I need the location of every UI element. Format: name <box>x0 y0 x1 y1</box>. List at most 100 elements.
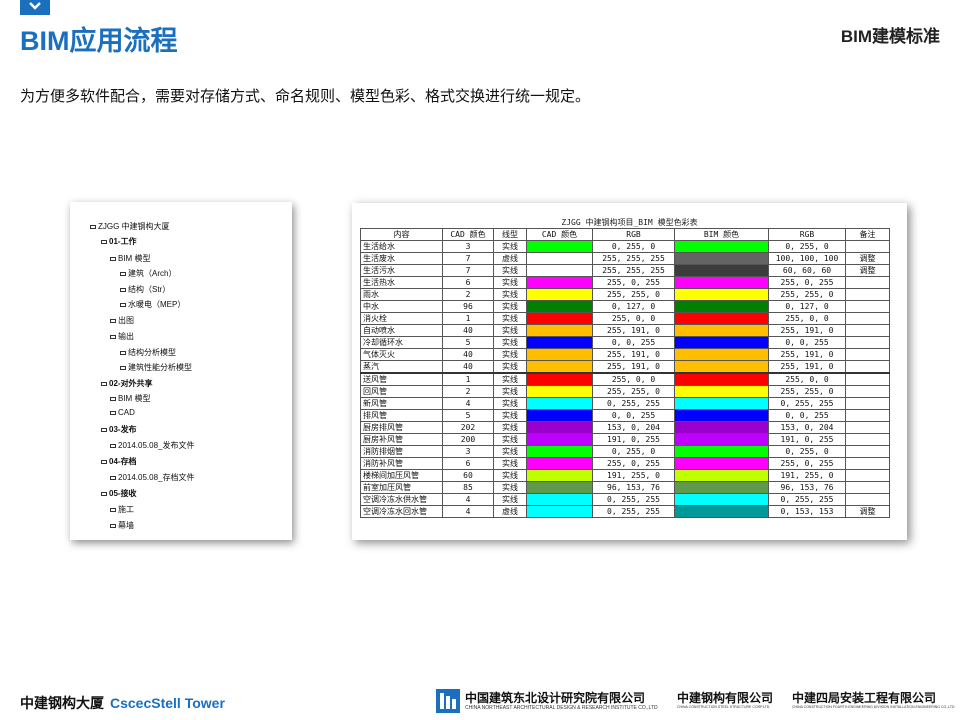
org-name-1-en: CHINA NORTHEAST ARCHITECTURAL DESIGN & R… <box>465 705 658 711</box>
bim-color-swatch <box>674 336 769 349</box>
cell-content: 消防排烟管 <box>360 445 443 458</box>
cell-note <box>845 288 890 301</box>
cell-linetype: 实线 <box>493 481 527 494</box>
cell-cad-rgb: 255, 191, 0 <box>592 324 675 337</box>
cell-bim-rgb: 255, 191, 0 <box>768 348 846 361</box>
folder-icon <box>110 256 116 261</box>
cell-linetype: 实线 <box>493 264 527 277</box>
cell-cad-index: 5 <box>442 336 494 349</box>
folder-icon <box>110 410 116 415</box>
cell-cad-index: 4 <box>442 505 494 518</box>
cell-note <box>845 397 890 410</box>
cell-linetype: 实线 <box>493 324 527 337</box>
cell-linetype: 实线 <box>493 336 527 349</box>
org-name-2-en: CHINA CONSTRUCTION STEEL STRUCTURE CORP.… <box>677 705 771 709</box>
cell-cad-rgb: 255, 255, 0 <box>592 288 675 301</box>
cell-content: 送风管 <box>360 372 443 386</box>
tree-item: 结构（Str） <box>120 284 170 295</box>
bim-color-swatch <box>674 264 769 277</box>
cell-content: 气体灭火 <box>360 348 443 361</box>
folder-icon <box>90 224 96 229</box>
cell-content: 蒸汽 <box>360 360 443 374</box>
table-row: 生活污水 7 实线 255, 255, 255 60, 60, 60 调整 <box>360 264 890 277</box>
cell-cad-index: 6 <box>442 276 494 289</box>
page-title: BIM应用流程 <box>20 26 178 56</box>
table-row: 生活热水 6 实线 255, 0, 255 255, 0, 255 <box>360 276 890 289</box>
cell-note: 调整 <box>845 252 890 265</box>
column-header: 备注 <box>845 228 890 241</box>
tree-item-label: 建筑（Arch） <box>128 269 177 278</box>
cell-bim-rgb: 255, 0, 0 <box>768 312 846 325</box>
cell-cad-index: 85 <box>442 481 494 494</box>
cad-color-swatch <box>526 348 593 361</box>
table-row: 气体灭火 40 实线 255, 191, 0 255, 191, 0 <box>360 348 890 361</box>
cell-linetype: 实线 <box>493 433 527 446</box>
cell-linetype: 实线 <box>493 409 527 422</box>
tree-item-label: 水暖电（MEP） <box>128 300 186 309</box>
table-header-row: 内容 CAD 颜色 线型 CAD 颜色 RGB BIM 颜色 RGB 备注 <box>360 228 890 241</box>
cell-cad-index: 2 <box>442 385 494 398</box>
bim-color-swatch <box>674 445 769 458</box>
cad-color-swatch <box>526 457 593 470</box>
tree-item: 水暖电（MEP） <box>120 299 185 310</box>
cad-color-swatch <box>526 324 593 337</box>
cell-bim-rgb: 0, 0, 255 <box>768 409 846 422</box>
cell-bim-rgb: 60, 60, 60 <box>768 264 846 277</box>
cell-cad-index: 7 <box>442 252 494 265</box>
cell-content: 生活给水 <box>360 240 443 253</box>
cell-content: 新风管 <box>360 397 443 410</box>
tree-item-label: 05-接收 <box>109 489 137 498</box>
tree-item-label: 出图 <box>118 316 134 325</box>
bim-color-swatch <box>674 252 769 265</box>
cell-bim-rgb: 0, 0, 255 <box>768 336 846 349</box>
bim-color-swatch <box>674 276 769 289</box>
cell-cad-rgb: 255, 0, 255 <box>592 276 675 289</box>
cell-content: 厨房补风管 <box>360 433 443 446</box>
cad-color-swatch <box>526 445 593 458</box>
cell-cad-rgb: 0, 255, 0 <box>592 240 675 253</box>
tree-item: 04-存档 <box>101 456 137 467</box>
tree-item: CAD <box>110 408 135 417</box>
cad-color-swatch <box>526 385 593 398</box>
tree-item-label: 施工 <box>118 505 134 514</box>
folder-icon <box>120 302 126 307</box>
cell-bim-rgb: 0, 255, 255 <box>768 493 846 506</box>
bim-color-swatch <box>674 288 769 301</box>
cell-bim-rgb: 96, 153, 76 <box>768 481 846 494</box>
cell-content: 生活污水 <box>360 264 443 277</box>
cell-cad-index: 1 <box>442 372 494 386</box>
bim-color-swatch <box>674 421 769 434</box>
cell-note <box>845 481 890 494</box>
folder-icon <box>120 271 126 276</box>
color-table: 内容 CAD 颜色 线型 CAD 颜色 RGB BIM 颜色 RGB 备注 生活… <box>360 228 890 518</box>
cell-content: 中水 <box>360 300 443 313</box>
cell-linetype: 实线 <box>493 469 527 482</box>
cell-note <box>845 433 890 446</box>
bim-color-swatch <box>674 385 769 398</box>
folder-icon <box>101 381 107 386</box>
cell-linetype: 实线 <box>493 421 527 434</box>
tree-item: 2014.05.08_存档文件 <box>110 472 195 483</box>
cell-linetype: 实线 <box>493 288 527 301</box>
tree-item-label: BIM 模型 <box>118 394 151 403</box>
table-row: 楼梯间加压风管 60 实线 191, 255, 0 191, 255, 0 <box>360 469 890 482</box>
cell-cad-rgb: 0, 0, 255 <box>592 336 675 349</box>
cell-content: 空调冷冻水回水管 <box>360 505 443 518</box>
cell-bim-rgb: 100, 100, 100 <box>768 252 846 265</box>
tree-item: 输出 <box>110 331 134 342</box>
column-header: CAD 颜色 <box>526 228 593 241</box>
cell-note: 调整 <box>845 505 890 518</box>
table-row: 厨房排风管 202 实线 153, 0, 204 153, 0, 204 <box>360 421 890 434</box>
cad-color-swatch <box>526 397 593 410</box>
tree-item-label: 结构分析模型 <box>128 348 176 357</box>
cell-note <box>845 421 890 434</box>
table-row: 空调冷冻水供水管 4 实线 0, 255, 255 0, 255, 255 <box>360 493 890 506</box>
table-row: 前室加压风管 85 实线 96, 153, 76 96, 153, 76 <box>360 481 890 494</box>
cell-content: 生活热水 <box>360 276 443 289</box>
cell-note <box>845 312 890 325</box>
tree-item-label: CAD <box>118 408 135 417</box>
table-row: 新风管 4 实线 0, 255, 255 0, 255, 255 <box>360 397 890 410</box>
header-tab <box>20 0 50 15</box>
folder-icon <box>110 396 116 401</box>
cell-content: 空调冷冻水供水管 <box>360 493 443 506</box>
